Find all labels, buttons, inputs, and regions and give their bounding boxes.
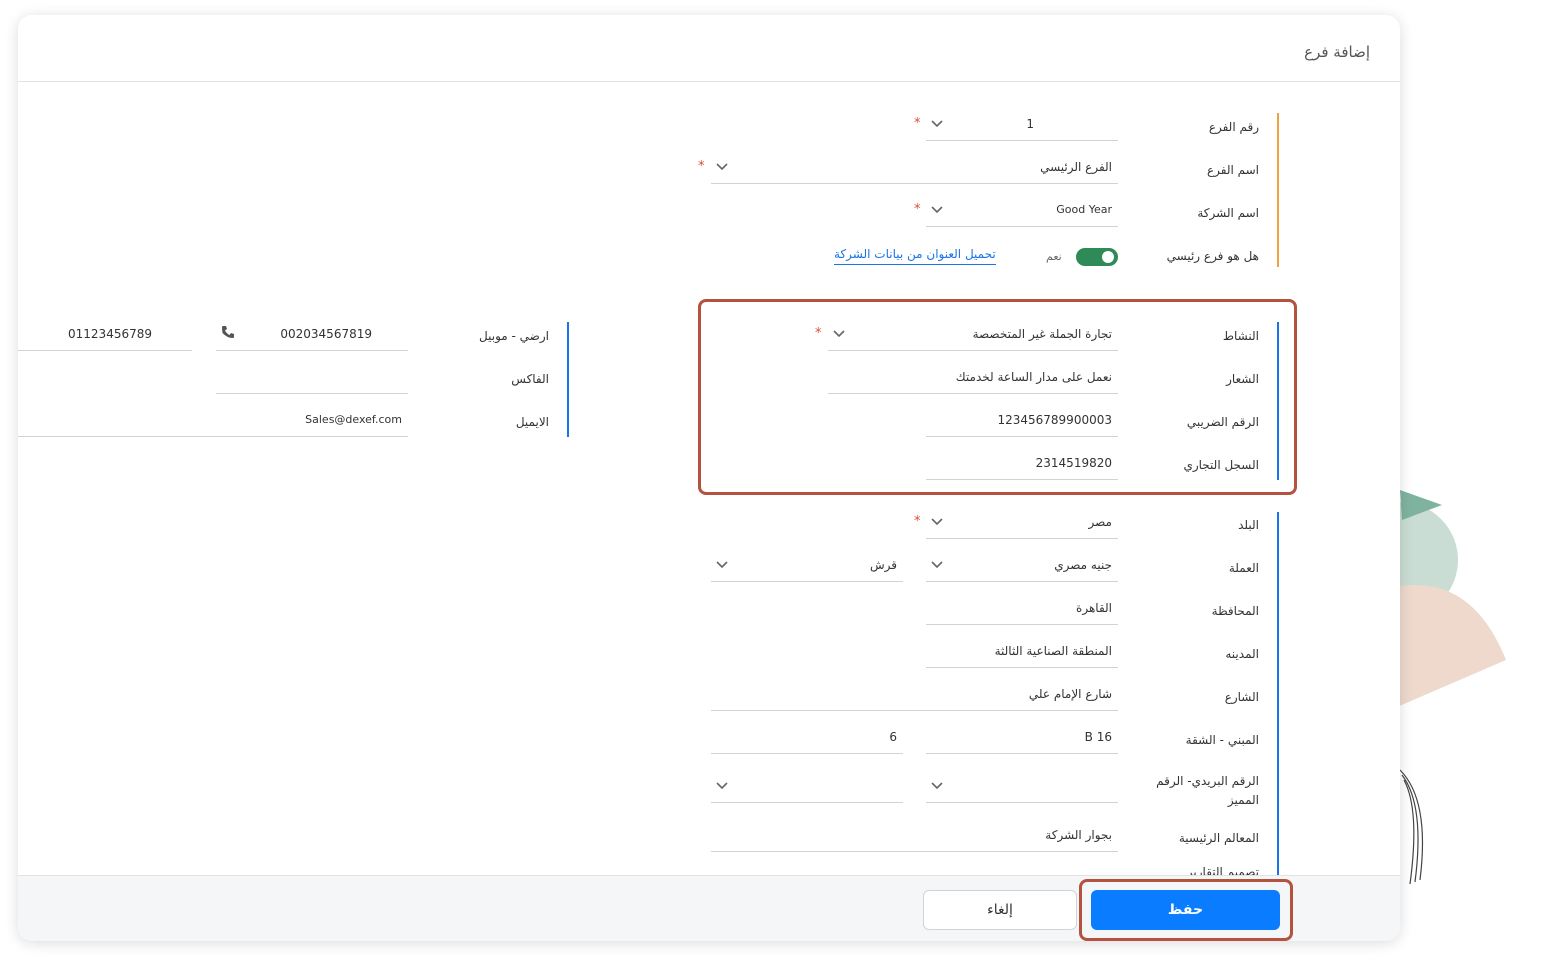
landmarks-label: المعالم الرئيسية xyxy=(1178,831,1259,845)
governorate-label: المحافظة xyxy=(1211,604,1259,618)
slogan-label: الشعار xyxy=(1226,372,1259,386)
company-name-select[interactable]: Good Year xyxy=(926,197,1118,227)
apartment-input[interactable]: 6 xyxy=(711,724,903,754)
building-value: B 16 xyxy=(1084,730,1112,744)
required-marker: * xyxy=(698,159,705,174)
company-name-label: اسم الشركة xyxy=(1197,206,1259,220)
landmarks-input[interactable]: بجوار الشركة xyxy=(711,822,1118,852)
tax-number-label: الرقم الضريبي xyxy=(1186,415,1259,429)
city-value: المنطقة الصناعية الثالثة xyxy=(994,644,1112,658)
mobile-input[interactable]: 01123456789 xyxy=(18,321,192,351)
slogan-input[interactable]: نعمل على مدار الساعة لخدمتك xyxy=(828,364,1118,394)
governorate-value: القاهرة xyxy=(1076,601,1112,615)
postal-code-select[interactable] xyxy=(926,773,1118,803)
is-main-branch-label: هل هو فرع رئيسي xyxy=(1166,249,1259,263)
branch-name-select[interactable]: الفرع الرئيسي xyxy=(711,154,1118,184)
toggle-state-text: نعم xyxy=(1046,250,1062,263)
tax-number-value: 123456789900003 xyxy=(997,413,1112,427)
branch-number-label: رقم الفرع xyxy=(1208,120,1259,134)
postal-label-line1: الرقم البريدي- الرقم xyxy=(1156,774,1259,788)
chevron-down-icon xyxy=(931,206,943,214)
required-marker: * xyxy=(815,326,822,341)
street-label: الشارع xyxy=(1224,690,1259,704)
section-bar-contact xyxy=(567,322,569,437)
fax-label: الفاكس xyxy=(511,372,549,386)
toggle-knob xyxy=(1102,251,1114,263)
landmarks-value: بجوار الشركة xyxy=(1045,828,1112,842)
email-input[interactable]: Sales@dexef.com xyxy=(18,407,408,437)
email-value: Sales@dexef.com xyxy=(305,413,402,426)
street-value: شارع الإمام علي xyxy=(1028,687,1112,701)
modal-footer: حفظ إلغاء xyxy=(18,875,1400,941)
currency-label: العملة xyxy=(1228,561,1259,575)
commercial-register-value: 2314519820 xyxy=(1035,456,1112,470)
country-select[interactable]: مصر xyxy=(926,509,1118,539)
commercial-register-input[interactable]: 2314519820 xyxy=(926,450,1118,480)
chevron-down-icon xyxy=(931,120,943,128)
landline-input[interactable]: 002034567819 xyxy=(216,321,408,351)
currency-select[interactable]: جنيه مصري xyxy=(926,552,1118,582)
chevron-down-icon xyxy=(716,163,728,171)
apartment-value: 6 xyxy=(889,730,897,744)
load-address-link[interactable]: تحميل العنوان من بيانات الشركة xyxy=(834,247,996,265)
city-label: المدينه xyxy=(1225,647,1259,661)
is-main-branch-toggle[interactable] xyxy=(1076,248,1118,266)
email-label: الايميل xyxy=(515,415,549,429)
postal-label: الرقم البريدي- الرقم المميز xyxy=(1156,772,1259,810)
activity-select[interactable]: تجارة الجملة غير المتخصصة xyxy=(828,321,1118,351)
chevron-down-icon xyxy=(931,561,943,569)
slogan-value: نعمل على مدار الساعة لخدمتك xyxy=(955,370,1112,384)
fax-input[interactable] xyxy=(216,364,408,394)
branch-name-value: الفرع الرئيسي xyxy=(1040,160,1112,174)
required-marker: * xyxy=(914,514,921,529)
save-button[interactable]: حفظ xyxy=(1091,890,1280,930)
required-marker: * xyxy=(914,202,921,217)
mobile-value: 01123456789 xyxy=(68,327,152,341)
building-label: المبني - الشقة xyxy=(1185,733,1259,747)
governorate-input[interactable]: القاهرة xyxy=(926,595,1118,625)
chevron-down-icon xyxy=(931,782,943,790)
activity-value: تجارة الجملة غير المتخصصة xyxy=(972,327,1112,341)
branch-name-label: اسم الفرع xyxy=(1206,163,1259,177)
postal-label-line2: المميز xyxy=(1227,793,1259,807)
activity-label: النشاط xyxy=(1222,329,1259,343)
tax-number-input[interactable]: 123456789900003 xyxy=(926,407,1118,437)
branch-number-value: 1 xyxy=(1026,117,1034,131)
subcurrency-select[interactable]: قرش xyxy=(711,552,903,582)
section-bar-address xyxy=(1277,512,1279,892)
commercial-register-label: السجل التجاري xyxy=(1183,458,1259,472)
chevron-down-icon xyxy=(931,518,943,526)
cancel-button[interactable]: إلغاء xyxy=(923,890,1077,930)
phone-icon xyxy=(222,326,234,338)
branch-number-select[interactable]: 1 xyxy=(926,111,1118,141)
required-marker: * xyxy=(914,116,921,131)
background-decoration xyxy=(1380,490,1506,885)
chevron-down-icon xyxy=(833,330,845,338)
country-label: البلد xyxy=(1238,518,1259,532)
modal-title: إضافة فرع xyxy=(1304,43,1370,61)
city-input[interactable]: المنطقة الصناعية الثالثة xyxy=(926,638,1118,668)
section-bar-branch xyxy=(1277,113,1279,267)
currency-value: جنيه مصري xyxy=(1054,558,1112,572)
chevron-down-icon xyxy=(716,782,728,790)
subcurrency-value: قرش xyxy=(869,558,897,572)
company-name-value: Good Year xyxy=(1056,203,1112,216)
modal-header: إضافة فرع xyxy=(18,15,1400,82)
phone-label: ارضي - موبيل xyxy=(479,329,549,343)
add-branch-modal: إضافة فرع رقم الفرع 1 * اسم الفرع الفرع … xyxy=(18,15,1400,941)
street-input[interactable]: شارع الإمام علي xyxy=(711,681,1118,711)
distinct-number-select[interactable] xyxy=(711,773,903,803)
chevron-down-icon xyxy=(716,561,728,569)
country-value: مصر xyxy=(1088,515,1112,529)
landline-value: 002034567819 xyxy=(280,327,372,341)
building-input[interactable]: B 16 xyxy=(926,724,1118,754)
